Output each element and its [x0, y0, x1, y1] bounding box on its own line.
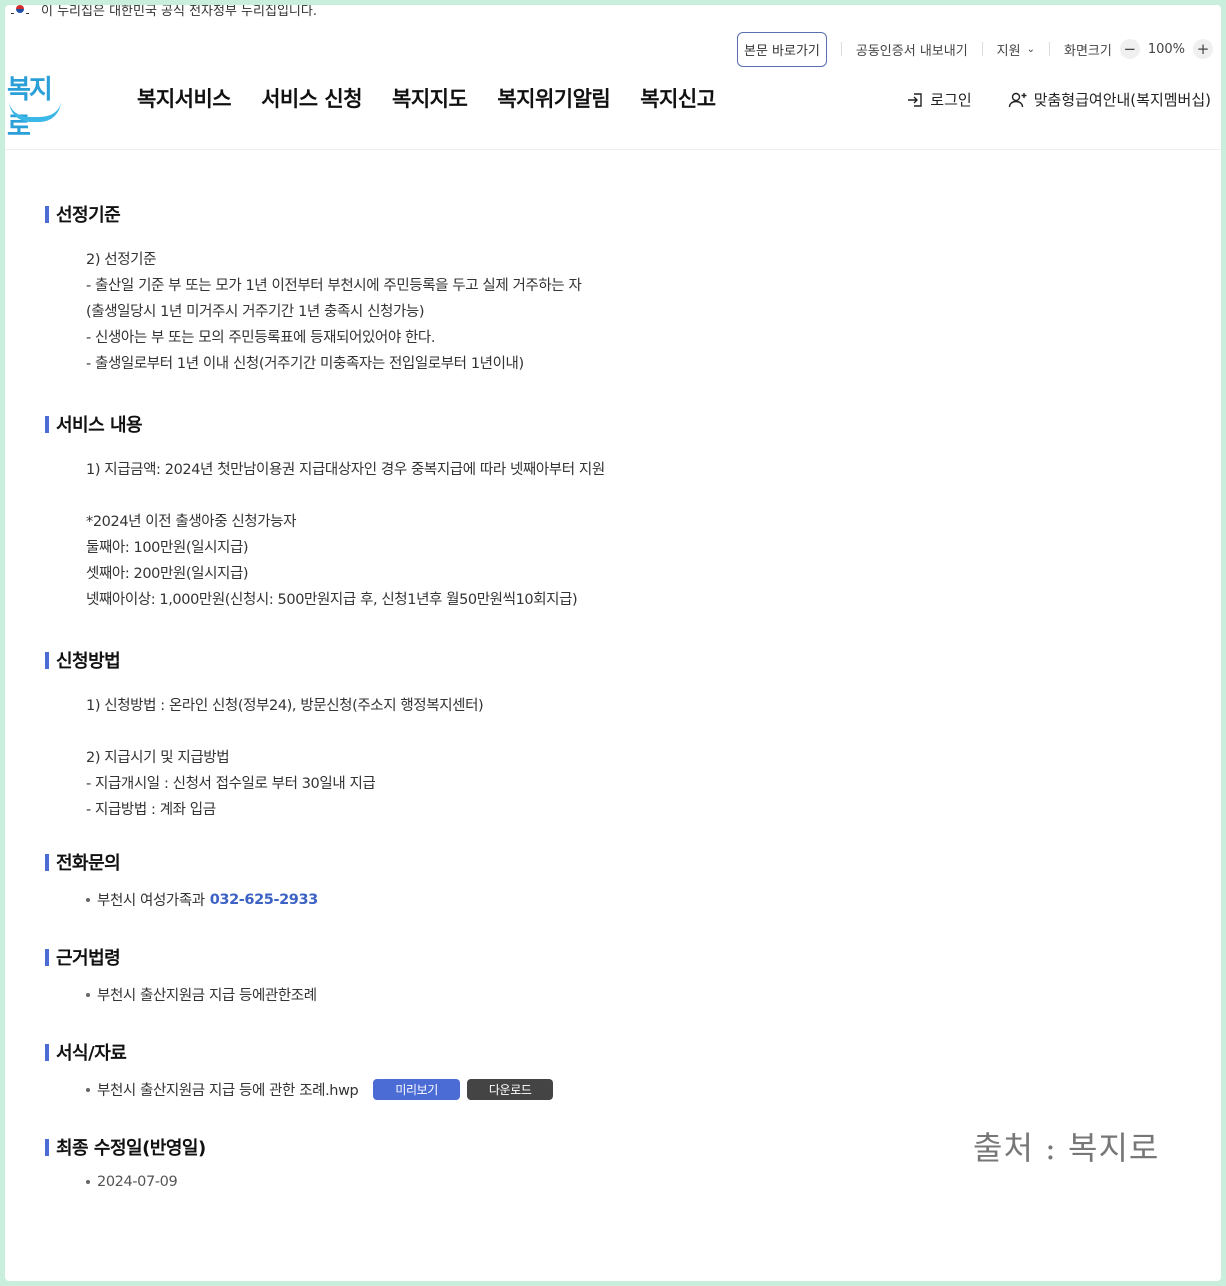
method-line: - 지급방법 : 계좌 입금	[86, 802, 216, 818]
section-criteria: 선정기준 2) 선정기준 - 출산일 기준 부 또는 모가 1년 이전부터 부천…	[45, 201, 1145, 377]
membership-label: 맞춤형급여안내(복지멤버십)	[1033, 91, 1211, 109]
section-contact: 전화문의 부천시 여성가족과 032-625-2933	[45, 849, 1145, 910]
service-line: *2024년 이전 출생아중 신청가능자	[86, 514, 297, 530]
section-title: 서비스 내용	[45, 411, 1145, 437]
section-title: 근거법령	[45, 944, 1145, 970]
title-bar-icon	[45, 651, 49, 669]
section-forms: 서식/자료 부천시 출산지원금 지급 등에 관한 조례.hwp 미리보기 다운로…	[45, 1039, 1145, 1100]
section-service: 서비스 내용 1) 지급금액: 2024년 첫만남이용권 지급대상자인 경우 중…	[45, 411, 1145, 613]
service-body: 1) 지급금액: 2024년 첫만남이용권 지급대상자인 경우 중복지급에 따라…	[45, 457, 1145, 613]
section-title: 신청방법	[45, 647, 1145, 673]
updated-item: 2024-07-09	[45, 1174, 1145, 1190]
title-bar-icon	[45, 948, 49, 966]
divider	[1048, 42, 1050, 56]
law-text: 부천시 출산지원금 지급 등에관한조례	[97, 988, 317, 1004]
title-bar-icon	[45, 853, 49, 871]
contact-dept: 부천시 여성가족과	[97, 893, 205, 909]
section-title: 선정기준	[45, 201, 1145, 227]
divider	[840, 42, 842, 56]
zoom-out-button[interactable]: −	[1119, 39, 1140, 59]
header-divider	[5, 149, 1221, 150]
cert-export-link[interactable]: 공동인증서 내보내기	[856, 40, 968, 59]
method-line: - 지급개시일 : 신청서 접수일로 부터 30일내 지급	[86, 776, 376, 792]
service-line: 넷째아이상: 1,000만원(신청시: 500만원지급 후, 신청1년후 월50…	[86, 592, 578, 608]
main-content: 선정기준 2) 선정기준 - 출산일 기준 부 또는 모가 1년 이전부터 부천…	[45, 201, 1145, 1224]
divider	[981, 42, 983, 56]
method-body: 1) 신청방법 : 온라인 신청(정부24), 방문신청(주소지 행정복지센터)…	[45, 693, 1145, 823]
user-add-icon	[1008, 92, 1027, 107]
law-item: 부천시 출산지원금 지급 등에관한조례	[45, 984, 1145, 1005]
skip-to-content-link[interactable]: 본문 바로가기	[736, 31, 827, 67]
login-label: 로그인	[930, 91, 972, 109]
zoom-in-button[interactable]: +	[1193, 39, 1213, 59]
service-line: 셋째아: 200만원(일시지급)	[86, 566, 249, 582]
section-title: 서식/자료	[45, 1039, 1145, 1065]
title-bar-icon	[45, 1138, 49, 1156]
bullet-icon	[86, 897, 90, 902]
section-law: 근거법령 부천시 출산지원금 지급 등에관한조례	[45, 944, 1145, 1005]
support-label: 지원	[996, 43, 1021, 59]
logo[interactable]: 복지로	[5, 67, 67, 142]
zoom-level: 100%	[1147, 41, 1185, 57]
title-bar-icon	[45, 415, 49, 433]
updated-date: 2024-07-09	[97, 1174, 178, 1190]
contact-item: 부천시 여성가족과 032-625-2933	[45, 889, 1145, 910]
method-line: 1) 신청방법 : 온라인 신청(정부24), 방문신청(주소지 행정복지센터)	[86, 698, 484, 714]
membership-button[interactable]: 맞춤형급여안내(복지멤버십)	[1008, 89, 1211, 110]
preview-button[interactable]: 미리보기	[373, 1079, 460, 1100]
bullet-icon	[86, 992, 90, 997]
page-frame: 이 누리집은 대한민국 공식 전자정부 누리집입니다. 본문 바로가기 공동인증…	[5, 5, 1221, 1281]
bullet-icon	[86, 1087, 90, 1092]
screen-size-label: 화면크기	[1063, 43, 1112, 59]
chevron-down-icon: ⌄	[1026, 43, 1035, 55]
nav-welfare-service[interactable]: 복지서비스	[137, 83, 232, 113]
source-watermark: 출처 : 복지로	[973, 1129, 1160, 1167]
contact-phone-link[interactable]: 032-625-2933	[210, 892, 319, 908]
support-dropdown[interactable]: 지원 ⌄	[997, 40, 1035, 59]
criteria-line: - 출생일로부터 1년 이내 신청(거주기간 미충족자는 전입일로부터 1년이내…	[86, 356, 524, 372]
criteria-line: - 신생아는 부 또는 모의 주민등록표에 등재되어있어야 한다.	[86, 330, 436, 346]
service-line: 1) 지급금액: 2024년 첫만남이용권 지급대상자인 경우 중복지급에 따라…	[86, 462, 605, 478]
title-bar-icon	[45, 1043, 49, 1061]
title-bar-icon	[45, 205, 49, 223]
criteria-line: 2) 선정기준	[86, 252, 157, 268]
login-icon	[908, 92, 922, 107]
forms-item: 부천시 출산지원금 지급 등에 관한 조례.hwp 미리보기 다운로드	[45, 1079, 1145, 1100]
main-nav: 복지서비스 서비스 신청 복지지도 복지위기알림 복지신고	[137, 83, 716, 113]
section-method: 신청방법 1) 신청방법 : 온라인 신청(정부24), 방문신청(주소지 행정…	[45, 647, 1145, 823]
criteria-body: 2) 선정기준 - 출산일 기준 부 또는 모가 1년 이전부터 부천시에 주민…	[45, 247, 1145, 377]
download-button[interactable]: 다운로드	[466, 1079, 554, 1100]
nav-welfare-report[interactable]: 복지신고	[640, 83, 716, 113]
bullet-icon	[86, 1180, 90, 1184]
service-line: 둘째아: 100만원(일시지급)	[86, 540, 249, 556]
nav-welfare-map[interactable]: 복지지도	[392, 83, 468, 113]
form-file-name: 부천시 출산지원금 지급 등에 관한 조례.hwp	[97, 1083, 359, 1099]
korea-flag-icon	[11, 5, 29, 15]
gov-banner: 이 누리집은 대한민국 공식 전자정부 누리집입니다.	[5, 5, 317, 19]
utility-bar: 본문 바로가기 공동인증서 내보내기 지원 ⌄ 화면크기 − 100% +	[736, 31, 1221, 67]
criteria-line: - 출산일 기준 부 또는 모가 1년 이전부터 부천시에 주민등록을 두고 실…	[86, 278, 582, 294]
section-title: 전화문의	[45, 849, 1145, 875]
header-actions: 로그인 맞춤형급여안내(복지멤버십)	[906, 89, 1211, 110]
method-line: 2) 지급시기 및 지급방법	[86, 750, 230, 766]
nav-service-apply[interactable]: 서비스 신청	[261, 83, 362, 113]
login-button[interactable]: 로그인	[906, 89, 972, 110]
nav-crisis-alert[interactable]: 복지위기알림	[497, 83, 610, 113]
gov-banner-text: 이 누리집은 대한민국 공식 전자정부 누리집입니다.	[41, 5, 317, 19]
criteria-line: (출생일당시 1년 미거주시 거주기간 1년 충족시 신청가능)	[86, 304, 425, 320]
